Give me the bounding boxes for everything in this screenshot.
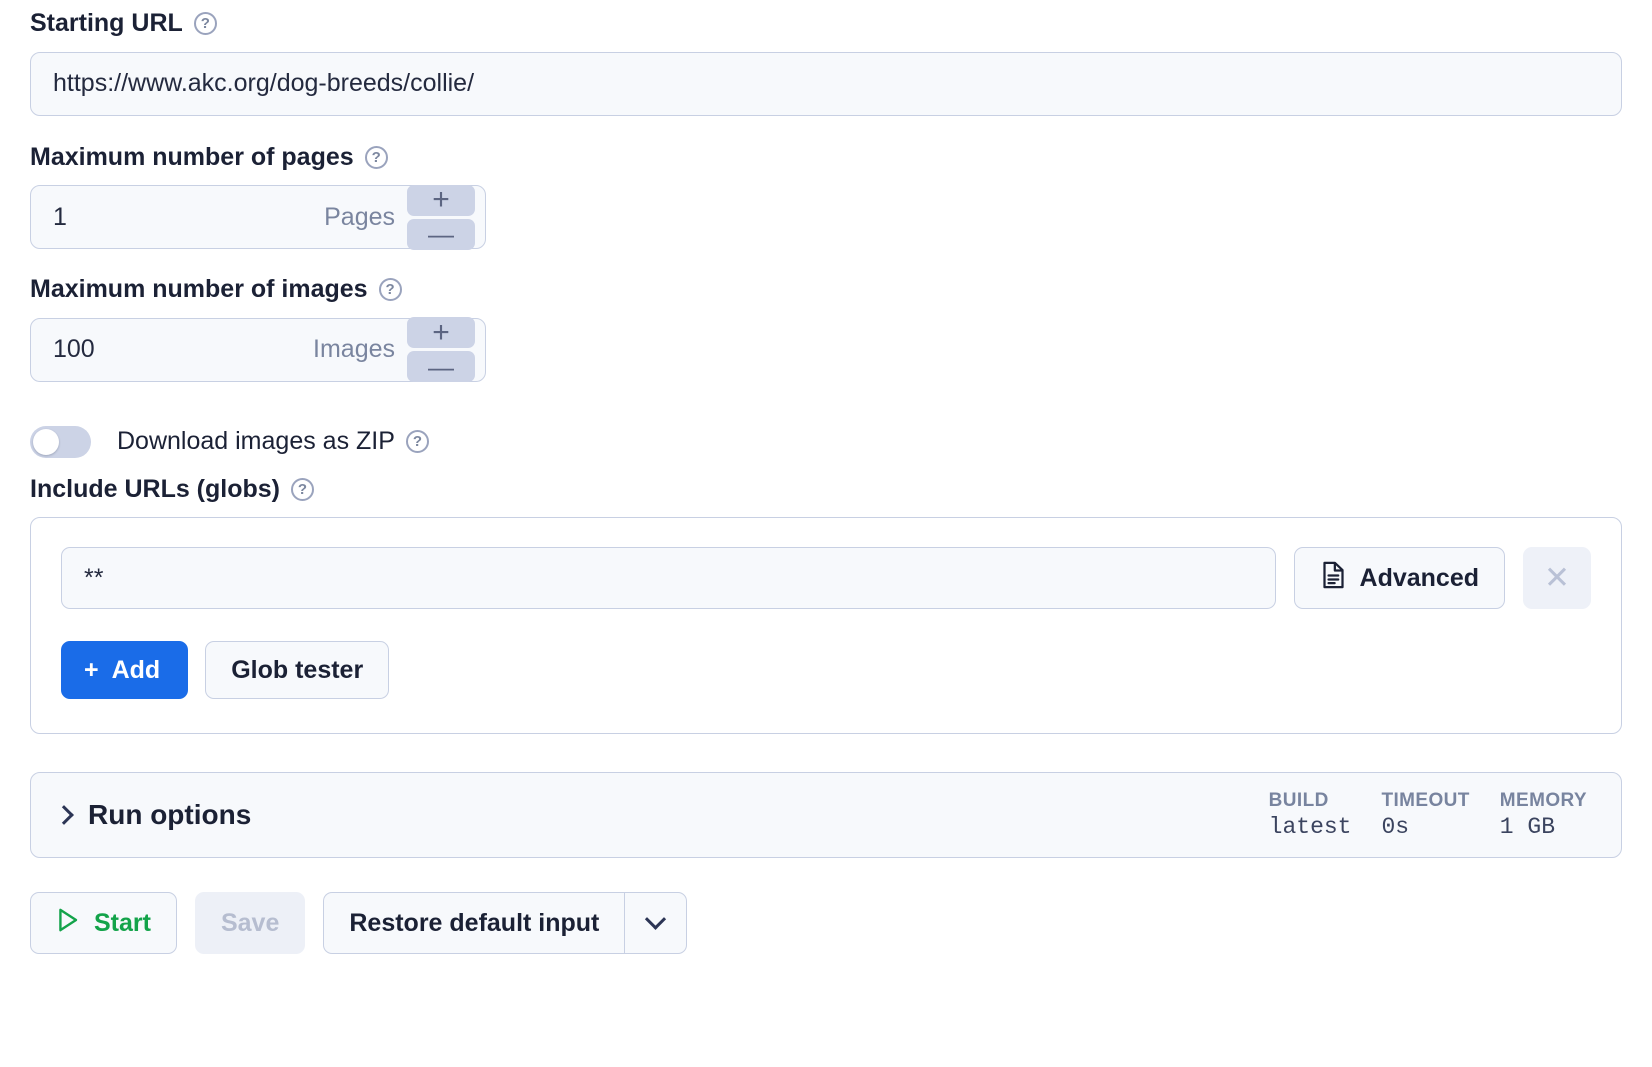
close-icon: ✕ xyxy=(1544,560,1570,596)
starting-url-input[interactable]: https://www.akc.org/dog-breeds/collie/ xyxy=(30,52,1622,116)
help-icon[interactable]: ? xyxy=(406,430,429,453)
glob-pattern-input[interactable]: ** xyxy=(61,547,1276,609)
stat-value: 1 GB xyxy=(1500,813,1587,842)
glob-row: ** Advanced ✕ xyxy=(61,547,1591,609)
increment-icon[interactable]: + xyxy=(407,185,475,216)
starting-url-label: Starting URL xyxy=(30,10,183,38)
download-zip-label: Download images as ZIP xyxy=(117,427,395,456)
glob-pattern-value: ** xyxy=(84,564,103,593)
stat-label: BUILD xyxy=(1269,789,1352,813)
field-include-urls: Include URLs (globs) ? ** Advanced xyxy=(30,476,1622,735)
field-max-pages: Maximum number of pages ? 1 Pages + — xyxy=(30,144,1622,250)
stat-memory: MEMORY 1 GB xyxy=(1500,789,1587,842)
max-images-value: 100 xyxy=(53,335,313,364)
help-icon[interactable]: ? xyxy=(194,12,217,35)
restore-default-button[interactable]: Restore default input xyxy=(323,892,624,954)
field-download-zip: Download images as ZIP ? xyxy=(30,426,1622,458)
add-label: Add xyxy=(112,656,161,685)
stat-timeout: TIMEOUT 0s xyxy=(1382,789,1470,842)
include-urls-label: Include URLs (globs) xyxy=(30,476,280,504)
max-pages-value: 1 xyxy=(53,203,324,232)
help-icon[interactable]: ? xyxy=(291,478,314,501)
actor-input-form: Starting URL ? https://www.akc.org/dog-b… xyxy=(0,0,1652,954)
max-pages-unit: Pages xyxy=(324,203,395,232)
save-label: Save xyxy=(221,909,279,938)
document-icon xyxy=(1320,560,1347,597)
max-pages-stepper: + — xyxy=(407,185,475,250)
decrement-icon[interactable]: — xyxy=(407,219,475,250)
restore-default-dropdown-toggle[interactable] xyxy=(624,892,687,954)
start-button[interactable]: Start xyxy=(30,892,177,954)
max-images-stepper: + — xyxy=(407,317,475,382)
restore-default-split-button: Restore default input xyxy=(323,892,687,954)
chevron-right-icon xyxy=(54,805,74,825)
start-label: Start xyxy=(94,909,151,938)
increment-icon[interactable]: + xyxy=(407,317,475,348)
stat-label: TIMEOUT xyxy=(1382,789,1470,813)
include-urls-label-row: Include URLs (globs) ? xyxy=(30,476,1622,504)
advanced-label: Advanced xyxy=(1360,564,1479,593)
stat-build: BUILD latest xyxy=(1269,789,1352,842)
help-icon[interactable]: ? xyxy=(365,146,388,169)
chevron-down-icon xyxy=(645,908,666,929)
max-pages-input[interactable]: 1 Pages + — xyxy=(30,185,486,249)
glob-actions: + Add Glob tester xyxy=(61,641,1591,699)
run-options-title: Run options xyxy=(88,799,251,831)
glob-tester-label: Glob tester xyxy=(231,656,363,685)
starting-url-value: https://www.akc.org/dog-breeds/collie/ xyxy=(53,69,474,98)
run-options-stats: BUILD latest TIMEOUT 0s MEMORY 1 GB xyxy=(1269,789,1587,842)
field-max-images: Maximum number of images ? 100 Images + … xyxy=(30,276,1622,382)
max-pages-label: Maximum number of pages xyxy=(30,144,354,172)
max-images-label: Maximum number of images xyxy=(30,276,368,304)
form-actions: Start Save Restore default input xyxy=(30,892,1622,954)
max-images-unit: Images xyxy=(313,335,395,364)
max-pages-label-row: Maximum number of pages ? xyxy=(30,144,1622,172)
starting-url-label-row: Starting URL ? xyxy=(30,10,1622,38)
field-starting-url: Starting URL ? https://www.akc.org/dog-b… xyxy=(30,10,1622,116)
glob-tester-button[interactable]: Glob tester xyxy=(205,641,389,699)
stat-value: 0s xyxy=(1382,813,1470,842)
play-icon xyxy=(56,907,80,940)
max-images-label-row: Maximum number of images ? xyxy=(30,276,1622,304)
include-urls-panel: ** Advanced ✕ xyxy=(30,517,1622,734)
help-icon[interactable]: ? xyxy=(379,278,402,301)
decrement-icon[interactable]: — xyxy=(407,351,475,382)
download-zip-toggle[interactable] xyxy=(30,426,91,458)
max-images-input[interactable]: 100 Images + — xyxy=(30,318,486,382)
save-button: Save xyxy=(195,892,305,954)
run-options-bar[interactable]: Run options BUILD latest TIMEOUT 0s MEMO… xyxy=(30,772,1622,858)
run-options-header: Run options xyxy=(57,799,251,831)
download-zip-label-row: Download images as ZIP ? xyxy=(117,427,429,456)
remove-glob-button[interactable]: ✕ xyxy=(1523,547,1591,609)
restore-default-label: Restore default input xyxy=(349,909,599,938)
stat-label: MEMORY xyxy=(1500,789,1587,813)
add-glob-button[interactable]: + Add xyxy=(61,641,188,699)
advanced-button[interactable]: Advanced xyxy=(1294,547,1505,609)
stat-value: latest xyxy=(1269,813,1352,842)
toggle-knob xyxy=(33,429,59,455)
plus-icon: + xyxy=(84,656,99,685)
